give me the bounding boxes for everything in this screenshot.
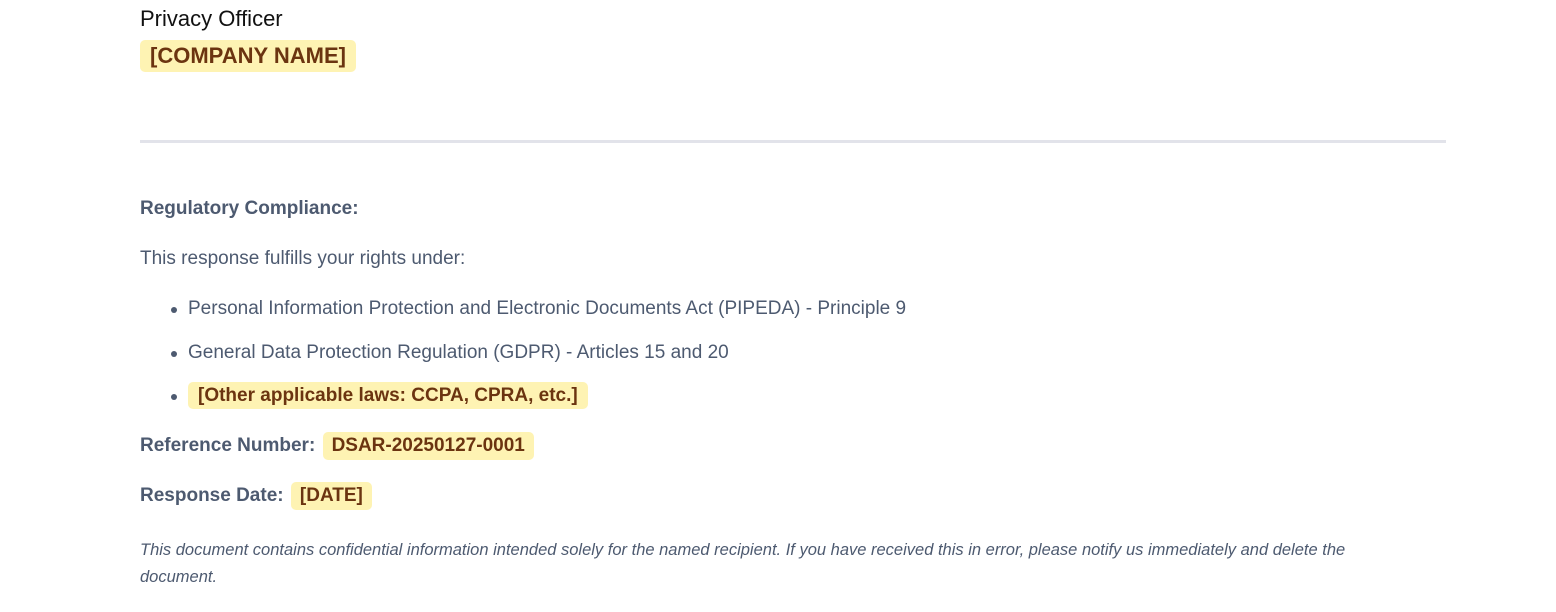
law-item-label: Personal Information Protection and Elec… [188,298,907,319]
section-divider [140,140,1446,143]
law-item-pipeda: Personal Information Protection and Elec… [170,297,907,321]
law-item-gdpr: General Data Protection Regulation (GDPR… [171,341,729,365]
response-date-row: Response Date: [DATE] [140,482,372,510]
compliance-heading: Regulatory Compliance: [140,198,359,219]
response-date-label: Response Date: [140,485,284,506]
compliance-intro: This response fulfills your rights under… [140,248,466,269]
signer-title: Privacy Officer [140,6,283,31]
other-laws-placeholder: [Other applicable laws: CCPA, CPRA, etc.… [188,382,588,409]
confidentiality-disclaimer: This document contains confidential info… [140,541,1346,586]
reference-number-value: DSAR-20250127-0001 [322,432,534,460]
company-name-placeholder: [COMPANY NAME] [140,40,356,72]
law-item-label: General Data Protection Regulation (GDPR… [188,342,729,363]
reference-number-label: Reference Number: [140,435,316,456]
reference-number-row: Reference Number: DSAR-20250127-0001 [140,432,534,460]
law-item-other-placeholder: [Other applicable laws: CCPA, CPRA, etc.… [171,382,588,409]
response-date-placeholder: [DATE] [290,482,372,510]
